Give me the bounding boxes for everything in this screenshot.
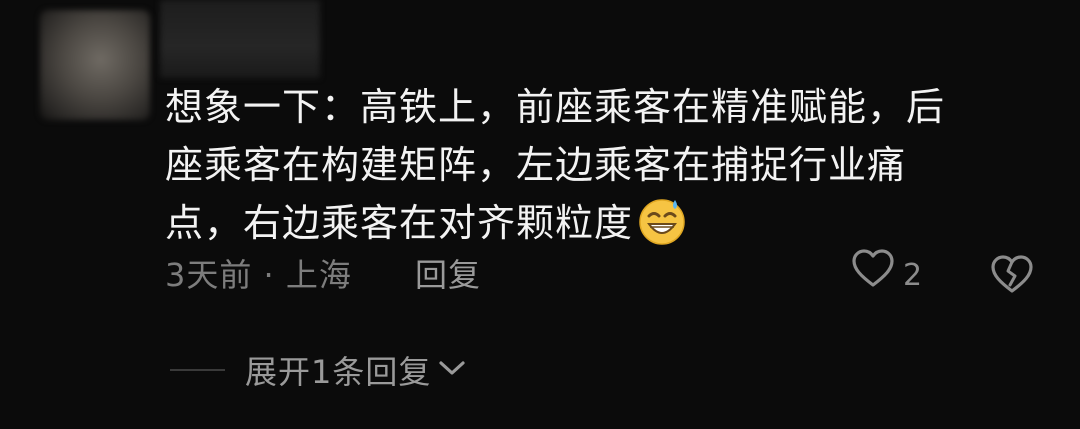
avatar[interactable]	[40, 10, 150, 120]
reply-button[interactable]: 回复	[415, 248, 481, 302]
expand-replies-label[interactable]: 展开1条回复	[245, 347, 431, 393]
grinning-sweat-emoji-icon	[637, 196, 687, 246]
username-blurred[interactable]	[160, 0, 320, 78]
time-location: 3天前 · 上海	[165, 256, 352, 294]
divider	[170, 369, 225, 371]
comment-line: 点，右边乘客在对齐颗粒度	[165, 194, 1045, 252]
comment-text: 想象一下：高铁上，前座乘客在精准赋能，后 座乘客在构建矩阵，左边乘客在捕捉行业痛…	[165, 78, 1045, 252]
comment-meta: 3天前 · 上海 回复 2	[165, 248, 1045, 302]
comment-line: 想象一下：高铁上，前座乘客在精准赋能，后	[165, 85, 946, 129]
like-button[interactable]: 2	[851, 249, 922, 298]
like-count: 2	[903, 258, 923, 293]
broken-heart-icon	[990, 255, 1034, 302]
expand-replies[interactable]: 展开1条回复	[170, 345, 467, 395]
chevron-down-icon	[437, 358, 467, 382]
comment-line-text: 点，右边乘客在对齐颗粒度	[165, 201, 634, 245]
comment-line: 座乘客在构建矩阵，左边乘客在捕捉行业痛	[165, 143, 907, 187]
heart-outline-icon	[851, 248, 895, 304]
dislike-button[interactable]	[990, 254, 1034, 298]
